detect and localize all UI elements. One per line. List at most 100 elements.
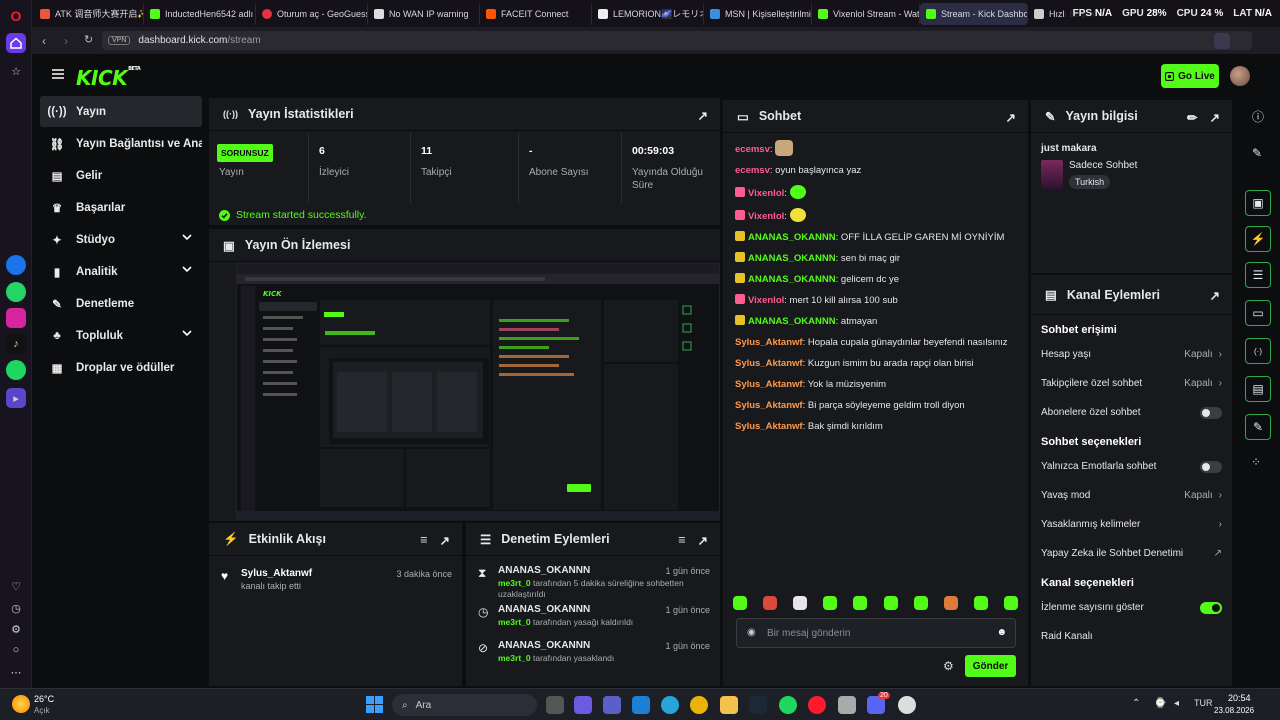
settings-icon[interactable]: ⚙ <box>6 619 26 639</box>
app-icon[interactable] <box>898 696 916 714</box>
spotify-icon[interactable] <box>779 696 797 714</box>
rail-chat-button[interactable]: ▭ <box>1245 300 1271 326</box>
tray-chevron-icon[interactable]: ⌃ <box>1132 698 1140 709</box>
speaker-icon[interactable]: ◂ <box>1174 698 1179 709</box>
taskview-icon[interactable] <box>546 696 564 714</box>
rail-mod-button[interactable]: ☰ <box>1245 262 1271 288</box>
rail-broadcast-button[interactable]: (·) <box>1245 338 1271 364</box>
clock-time[interactable]: 20:54 <box>1228 693 1251 703</box>
chat-user[interactable]: ecemsv <box>735 165 770 176</box>
rail-actions-button[interactable]: ▤ <box>1245 376 1271 402</box>
emote-icon[interactable] <box>913 596 928 610</box>
chat-user[interactable]: Sylus_Aktanwf <box>735 337 803 348</box>
chat-input[interactable]: ◉ Bir mesaj gönderin ☻ <box>736 618 1016 648</box>
emote-icon[interactable] <box>733 596 747 610</box>
weather-temp[interactable]: 26°C <box>34 694 54 704</box>
outlook-icon[interactable] <box>632 696 650 714</box>
banned-words-row[interactable]: Yasaklanmış kelimeler › <box>1031 510 1232 539</box>
weather-icon[interactable] <box>12 695 30 713</box>
spotify-icon[interactable] <box>6 360 26 380</box>
popout-icon[interactable]: ↗ <box>1006 110 1016 125</box>
nav-item-analitik[interactable]: ▮ Analitik <box>40 256 202 287</box>
emote-icon[interactable] <box>793 596 808 610</box>
category-thumbnail[interactable] <box>1041 160 1063 190</box>
language-indicator[interactable]: TUR <box>1194 698 1213 708</box>
vpn-badge[interactable]: VPN <box>108 36 131 45</box>
whatsapp-icon[interactable] <box>6 282 26 302</box>
history-icon[interactable]: ◷ <box>6 598 26 618</box>
emote-icon[interactable] <box>883 596 898 610</box>
chat-user[interactable]: Sylus_Aktanwf <box>735 421 803 432</box>
emote-icon[interactable] <box>973 596 988 610</box>
emote-icon[interactable] <box>853 596 868 610</box>
nav-item-studyo[interactable]: ✦ Stüdyo <box>40 224 202 255</box>
rail-stats-button[interactable]: ▣ <box>1245 190 1271 216</box>
browser-tab[interactable]: Oturum aç - GeoGuessr <box>256 2 368 25</box>
rail-info-button[interactable]: ✎ <box>1245 414 1271 440</box>
taskbar-search[interactable]: ⌕ Ara <box>392 694 537 716</box>
chat-user[interactable]: Vixenlol <box>748 188 784 199</box>
chat-user[interactable]: Sylus_Aktanwf <box>735 400 803 411</box>
shield-icon[interactable]: ◉ <box>747 627 756 638</box>
reload-icon[interactable]: ↻ <box>84 33 93 46</box>
teams-icon[interactable] <box>603 696 621 714</box>
edge-icon[interactable] <box>661 696 679 714</box>
nav-item-gelir[interactable]: ▤ Gelir <box>40 160 202 191</box>
chat-user[interactable]: ANANAS_OKANNN <box>748 274 836 285</box>
popout-icon[interactable]: ↗ <box>1210 110 1220 125</box>
emote-icon[interactable] <box>943 596 958 610</box>
browser-tab[interactable]: LEMORION🌌レモリオン (@ <box>592 2 704 25</box>
copilot-icon[interactable] <box>574 696 592 714</box>
emote-icon[interactable] <box>763 596 778 610</box>
chrome-icon[interactable] <box>690 696 708 714</box>
nav-item-topluluk[interactable]: ♣ Topluluk <box>40 320 202 351</box>
chat-user[interactable]: ANANAS_OKANNN <box>748 316 836 327</box>
app-icon[interactable] <box>838 696 856 714</box>
nav-item-stream-key[interactable]: ⛓ Yayın Bağlantısı ve Anahtarı <box>40 128 202 159</box>
info-icon[interactable]: ⓘ <box>1252 108 1264 125</box>
category-name[interactable]: Sadece Sohbet <box>1069 160 1232 171</box>
emote-icon[interactable] <box>823 596 838 610</box>
browser-tab[interactable]: ATK 调音师大赛开启✨ - <box>34 2 144 25</box>
nav-item-yayin[interactable]: ((·)) Yayın <box>40 96 202 127</box>
pencil-icon[interactable]: ✎ <box>1252 146 1262 160</box>
filter-icon[interactable]: ≡ <box>678 533 685 548</box>
apps-icon[interactable]: ⁘ <box>1251 455 1261 469</box>
browser-tab[interactable]: FACEIT Connect <box>480 2 592 25</box>
followers-only-row[interactable]: Takipçilere özel sohbet Kapalı › <box>1031 369 1232 398</box>
rail-events-button[interactable]: ⚡ <box>1245 226 1271 252</box>
chat-user[interactable]: Vixenlol <box>748 211 784 222</box>
star-icon[interactable]: ☆ <box>6 61 26 81</box>
nav-item-droplar[interactable]: ▦ Droplar ve ödüller <box>40 352 202 383</box>
player-icon[interactable]: ▸ <box>6 388 26 408</box>
mod-by[interactable]: me3rt_0 <box>498 617 531 627</box>
ai-mod-row[interactable]: Yapay Zeka ile Sohbet Denetimi ↗ <box>1031 539 1232 568</box>
home-icon[interactable] <box>6 33 26 53</box>
gear-icon[interactable]: ⚙ <box>943 659 954 673</box>
messenger-icon[interactable] <box>6 255 26 275</box>
stream-preview-video[interactable]: KICK <box>236 263 720 520</box>
menu-icon[interactable] <box>52 69 64 79</box>
kick-logo[interactable]: KICKBETA <box>76 66 141 90</box>
chat-user[interactable]: ANANAS_OKANNN <box>748 253 836 264</box>
browser-tab[interactable]: Vixenlol Stream - Watch I <box>812 2 920 25</box>
popout-icon[interactable]: ↗ <box>1210 288 1220 303</box>
heart-icon[interactable]: ♡ <box>6 576 26 596</box>
popout-icon[interactable]: ↗ <box>698 108 708 123</box>
emoji-icon[interactable]: ☻ <box>996 627 1007 638</box>
edit-icon[interactable]: ✏ <box>1187 110 1197 125</box>
mic-icon[interactable]: ⌚ <box>1154 698 1166 709</box>
chat-user[interactable]: Vixenlol <box>748 295 784 306</box>
forward-icon[interactable]: › <box>64 34 68 48</box>
emote-icon[interactable] <box>1003 596 1018 610</box>
chat-user[interactable]: Sylus_Aktanwf <box>735 358 803 369</box>
raid-row[interactable]: Raid Kanalı <box>1031 622 1232 651</box>
chat-user[interactable]: Sylus_Aktanwf <box>735 379 803 390</box>
windows-start-icon[interactable] <box>366 696 383 713</box>
instagram-icon[interactable] <box>6 308 26 328</box>
ai-icon[interactable] <box>1214 33 1230 49</box>
slow-mode-row[interactable]: Yavaş mod Kapalı › <box>1031 481 1232 510</box>
go-live-button[interactable]: Go Live <box>1161 64 1219 88</box>
back-icon[interactable]: ‹ <box>42 34 46 48</box>
mod-by[interactable]: me3rt_0 <box>498 653 531 663</box>
